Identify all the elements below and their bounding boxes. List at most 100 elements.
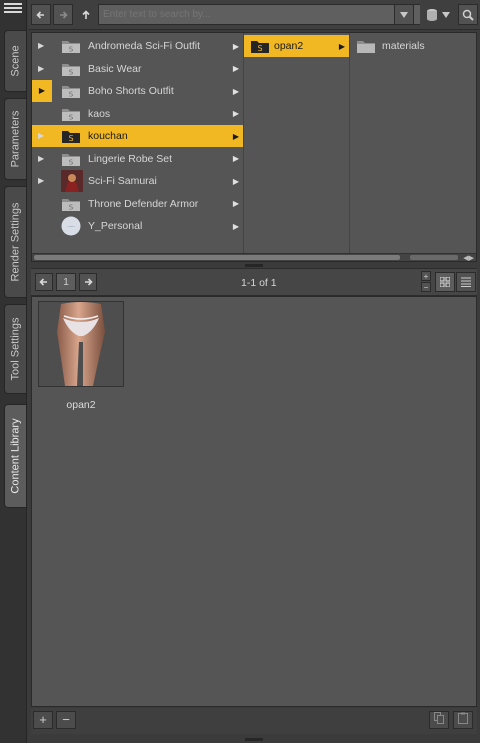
search-dropdown-button[interactable] <box>394 4 414 25</box>
tab-label: Content Library <box>9 418 22 494</box>
folder-label: opan2 <box>274 40 304 52</box>
chevron-right-icon[interactable]: ▶ <box>233 42 239 51</box>
next-page-button[interactable] <box>79 273 97 291</box>
magnifier-icon <box>462 9 474 21</box>
chevron-right-icon: ▶ <box>338 41 345 51</box>
folder-label: Basic Wear <box>88 62 142 75</box>
product-folder-icon: S <box>61 196 81 212</box>
folder-item[interactable]: ▶ Skouchan ▶ <box>32 125 243 147</box>
zoom-out-button[interactable]: − <box>421 282 431 292</box>
up-arrow-icon <box>82 9 90 19</box>
expand-arrow-icon[interactable]: ▶ <box>38 176 48 186</box>
chevron-right-icon[interactable]: ▶ <box>233 154 239 163</box>
search-button[interactable] <box>458 4 478 25</box>
scrollbar-thumb[interactable] <box>34 255 400 260</box>
folder-label: kouchan <box>88 130 128 142</box>
chevron-right-icon[interactable]: ▶ <box>233 87 239 96</box>
remove-button[interactable]: − <box>56 711 76 729</box>
folder-item-opan2[interactable]: S opan2 ▶ <box>244 35 349 57</box>
chevron-down-icon <box>400 11 408 18</box>
add-button[interactable]: + <box>33 711 53 729</box>
expand-arrow-icon[interactable] <box>38 199 48 209</box>
folder-browser: ▶ S Andromeda Sci-Fi Outfit ▶ ▶ S Basic Wear ▶ ▶… <box>31 32 477 262</box>
folder-item[interactable]: ▶ S Lingerie Robe Set ▶ <box>32 148 243 170</box>
forward-button[interactable] <box>53 4 73 25</box>
paste-button[interactable] <box>453 711 473 729</box>
chevron-right-icon[interactable]: ▶ <box>233 109 239 118</box>
database-filter-button[interactable] <box>420 4 454 25</box>
folder-item[interactable]: ·—· Y_Personal ▶ <box>32 215 243 237</box>
page-number-field[interactable]: 1 <box>56 273 76 291</box>
pagination-bar: 1 1-1 of 1 + − <box>31 268 477 296</box>
folder-label: Andromeda Sci-Fi Outfit <box>88 40 201 52</box>
svg-text:·—·: ·—· <box>67 224 76 230</box>
folder-item-materials[interactable]: materials <box>350 35 468 57</box>
item-thumbnail[interactable] <box>38 301 124 387</box>
icon-view-button[interactable] <box>435 272 455 292</box>
tab-scene[interactable]: Scene <box>4 30 26 92</box>
expand-arrow-icon[interactable]: ▶ <box>32 80 52 102</box>
tab-content-library[interactable]: Content Library <box>4 404 26 508</box>
tab-parameters[interactable]: Parameters <box>4 98 26 180</box>
expand-arrow-icon[interactable] <box>38 221 48 231</box>
folder-item[interactable]: S Throne Defender Armor ▶ <box>32 193 243 215</box>
expand-arrow-icon[interactable] <box>38 109 48 119</box>
copy-icon <box>434 712 444 724</box>
chevron-down-icon <box>441 11 450 18</box>
chevron-right-icon[interactable]: ▶ <box>233 64 239 73</box>
list-view-icon <box>461 277 471 287</box>
folder-label: Throne Defender Armor <box>88 197 199 210</box>
folder-item[interactable]: ▶ S Boho Shorts Outfit ▶ <box>32 80 243 102</box>
back-arrow-icon <box>36 10 44 19</box>
svg-text:S: S <box>69 113 74 121</box>
product-folder-icon: S <box>61 38 81 54</box>
expand-arrow-icon[interactable]: ▶ <box>38 64 48 74</box>
folder-column-3: materials <box>350 33 468 254</box>
folder-label: materials <box>382 40 425 52</box>
bottom-toolbar: + − <box>31 708 477 734</box>
folder-item[interactable]: ▶ Sci-Fi Samurai ▶ <box>32 170 243 192</box>
back-arrow-icon <box>39 278 47 286</box>
folder-label: Y_Personal <box>88 220 143 232</box>
up-folder-button[interactable] <box>76 4 96 25</box>
product-thumbnail-icon <box>61 170 83 192</box>
scroll-arrows-icon[interactable]: ◀▶ <box>463 254 474 262</box>
bottom-splitter-handle[interactable] <box>245 738 263 741</box>
chevron-right-icon[interactable]: ▶ <box>233 222 239 231</box>
content-library-toolbar <box>28 0 480 30</box>
zoom-in-button[interactable]: + <box>421 271 431 281</box>
tab-render-settings[interactable]: Render Settings <box>4 186 26 298</box>
folder-item[interactable]: ▶ S Basic Wear ▶ <box>32 58 243 80</box>
back-button[interactable] <box>31 4 51 25</box>
chevron-right-icon[interactable]: ▶ <box>233 199 239 208</box>
folder-item[interactable]: ▶ S Andromeda Sci-Fi Outfit ▶ <box>32 35 243 57</box>
chevron-right-icon[interactable]: ▶ <box>233 132 239 141</box>
expand-arrow-icon[interactable]: ▶ <box>38 154 48 164</box>
list-view-button[interactable] <box>456 272 476 292</box>
grid-item-opan2[interactable]: opan2 <box>32 297 130 415</box>
page-count-label: 1-1 of 1 <box>241 277 277 289</box>
expand-arrow-icon[interactable]: ▶ <box>38 131 48 141</box>
pane-menu-icon[interactable] <box>4 3 22 17</box>
svg-text:S: S <box>69 158 74 166</box>
vertical-tab-strip: Scene Parameters Render Settings Tool Se… <box>0 0 27 743</box>
scrollbar-thumb-secondary[interactable] <box>410 255 458 260</box>
forward-arrow-icon <box>85 278 93 286</box>
horizontal-scrollbar[interactable]: ◀▶ <box>32 253 476 262</box>
folder-item[interactable]: Skaos ▶ <box>32 103 243 125</box>
previous-page-button[interactable] <box>35 273 53 291</box>
svg-text:S: S <box>69 68 74 76</box>
folder-label: Boho Shorts Outfit <box>88 85 174 97</box>
search-input[interactable] <box>98 4 422 25</box>
chevron-right-icon[interactable]: ▶ <box>233 177 239 186</box>
tab-tool-settings[interactable]: Tool Settings <box>4 304 26 394</box>
product-folder-icon: S <box>61 151 81 167</box>
panel-splitter-handle[interactable] <box>245 264 263 267</box>
minus-icon: − <box>62 712 70 727</box>
paste-icon <box>458 712 468 724</box>
item-label: opan2 <box>66 399 96 411</box>
expand-arrow-icon[interactable]: ▶ <box>38 41 48 51</box>
svg-text:S: S <box>69 46 74 54</box>
copy-button[interactable] <box>429 711 449 729</box>
product-folder-icon: S <box>61 61 81 77</box>
